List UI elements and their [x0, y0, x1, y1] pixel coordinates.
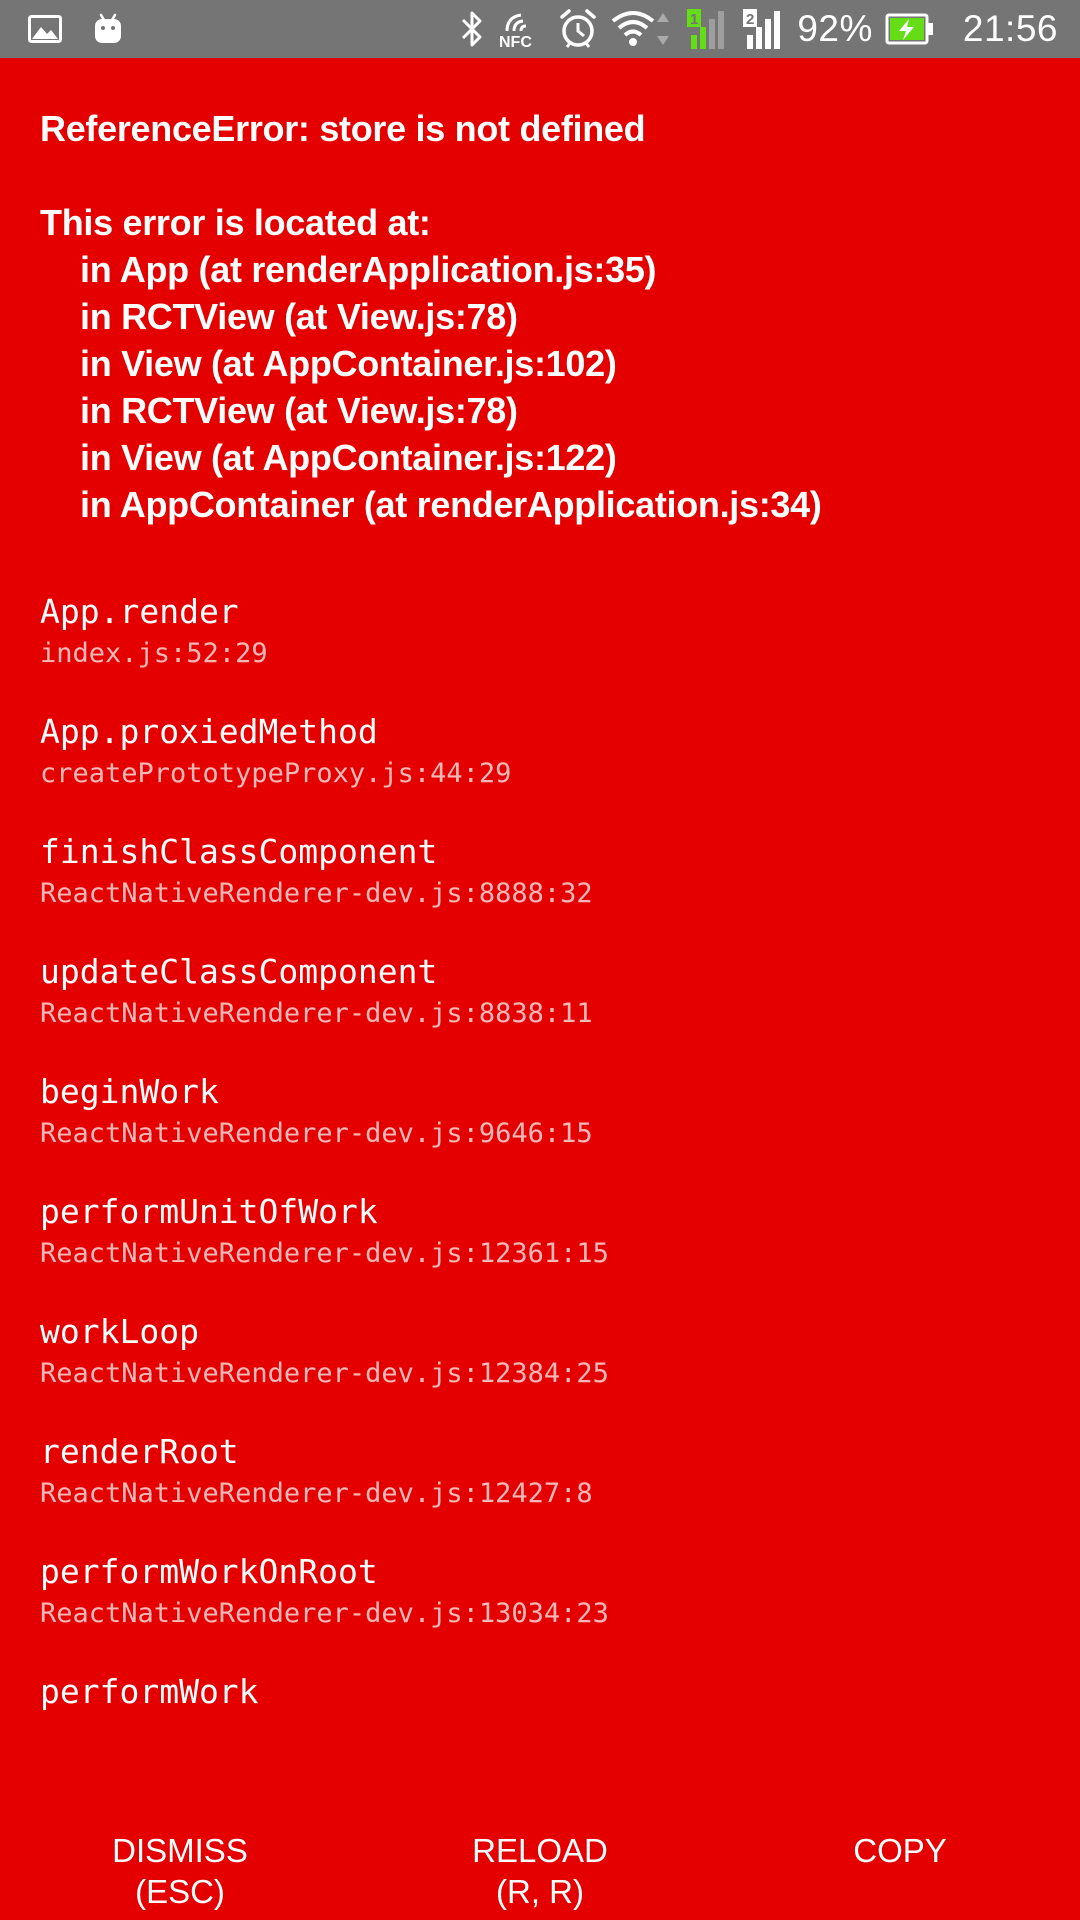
android-icon — [92, 13, 124, 45]
svg-text:2: 2 — [746, 11, 754, 28]
frame-method: App.render — [40, 592, 239, 631]
dismiss-button[interactable]: DISMISS (ESC) — [90, 1830, 270, 1912]
svg-text:NFC: NFC — [499, 34, 532, 49]
stack-frame[interactable]: App.render index.js:52:29 — [40, 590, 1040, 674]
sim2-signal-icon: 2 — [741, 7, 785, 51]
location-line: in RCTView (at View.js:78) — [80, 296, 518, 337]
frame-method: workLoop — [40, 1312, 199, 1351]
reload-shortcut: (R, R) — [496, 1873, 584, 1910]
frame-file: index.js:52:29 — [40, 638, 268, 669]
frame-method: App.proxiedMethod — [40, 712, 378, 751]
stack-trace: App.render index.js:52:29 App.proxiedMet… — [40, 590, 1040, 1714]
stack-frame[interactable]: performWork — [40, 1670, 1040, 1714]
sim1-signal-icon: 1 — [685, 7, 729, 51]
frame-method: renderRoot — [40, 1432, 239, 1471]
error-title: ReferenceError: store is not defined — [40, 108, 646, 149]
frame-method: performUnitOfWork — [40, 1192, 378, 1231]
frame-file: ReactNativeRenderer-dev.js:8888:32 — [40, 878, 593, 909]
stack-frame[interactable]: renderRoot ReactNativeRenderer-dev.js:12… — [40, 1430, 1040, 1514]
stack-frame[interactable]: performUnitOfWork ReactNativeRenderer-de… — [40, 1190, 1040, 1274]
copy-button[interactable]: COPY — [810, 1830, 990, 1871]
image-icon — [28, 15, 62, 43]
error-location: This error is located at: in App (at ren… — [40, 199, 1040, 528]
frame-file: createPrototypeProxy.js:44:29 — [40, 758, 512, 789]
frame-file: ReactNativeRenderer-dev.js:9646:15 — [40, 1118, 593, 1149]
frame-method: updateClassComponent — [40, 952, 438, 991]
svg-text:1: 1 — [690, 11, 698, 28]
reload-button[interactable]: RELOAD (R, R) — [450, 1830, 630, 1912]
location-line: in App (at renderApplication.js:35) — [80, 249, 657, 290]
dismiss-label: DISMISS — [112, 1832, 248, 1869]
location-line: in RCTView (at View.js:78) — [80, 390, 518, 431]
dismiss-shortcut: (ESC) — [135, 1873, 225, 1910]
location-header: This error is located at: — [40, 202, 431, 243]
reload-label: RELOAD — [472, 1832, 608, 1869]
location-line: in AppContainer (at renderApplication.js… — [80, 484, 822, 525]
frame-file: ReactNativeRenderer-dev.js:12361:15 — [40, 1238, 609, 1269]
frame-method: beginWork — [40, 1072, 219, 1111]
wifi-icon — [611, 9, 673, 49]
stack-frame[interactable]: finishClassComponent ReactNativeRenderer… — [40, 830, 1040, 914]
stack-frame[interactable]: workLoop ReactNativeRenderer-dev.js:1238… — [40, 1310, 1040, 1394]
frame-file: ReactNativeRenderer-dev.js:13034:23 — [40, 1598, 609, 1629]
stack-frame[interactable]: beginWork ReactNativeRenderer-dev.js:964… — [40, 1070, 1040, 1154]
nfc-icon: NFC — [497, 9, 545, 49]
copy-label: COPY — [853, 1832, 947, 1869]
stack-frame[interactable]: performWorkOnRoot ReactNativeRenderer-de… — [40, 1550, 1040, 1634]
battery-percent: 92% — [797, 8, 873, 49]
frame-method: finishClassComponent — [40, 832, 438, 871]
alarm-icon — [557, 9, 599, 49]
location-line: in View (at AppContainer.js:102) — [80, 343, 617, 384]
frame-file: ReactNativeRenderer-dev.js:12427:8 — [40, 1478, 593, 1509]
frame-file: ReactNativeRenderer-dev.js:12384:25 — [40, 1358, 609, 1389]
battery-charging-icon — [885, 12, 935, 46]
clock: 21:56 — [962, 8, 1058, 49]
status-bar: NFC 1 2 92% 21:56 — [0, 0, 1080, 58]
bluetooth-icon — [459, 10, 485, 48]
stack-frame[interactable]: updateClassComponent ReactNativeRenderer… — [40, 950, 1040, 1034]
frame-method: performWork — [40, 1672, 259, 1711]
frame-file: ReactNativeRenderer-dev.js:8838:11 — [40, 998, 593, 1029]
location-line: in View (at AppContainer.js:122) — [80, 437, 617, 478]
button-bar: DISMISS (ESC) RELOAD (R, R) COPY — [0, 1778, 1080, 1920]
error-scroll-view[interactable]: ReferenceError: store is not defined Thi… — [0, 58, 1080, 1778]
frame-method: performWorkOnRoot — [40, 1552, 378, 1591]
stack-frame[interactable]: App.proxiedMethod createPrototypeProxy.j… — [40, 710, 1040, 794]
